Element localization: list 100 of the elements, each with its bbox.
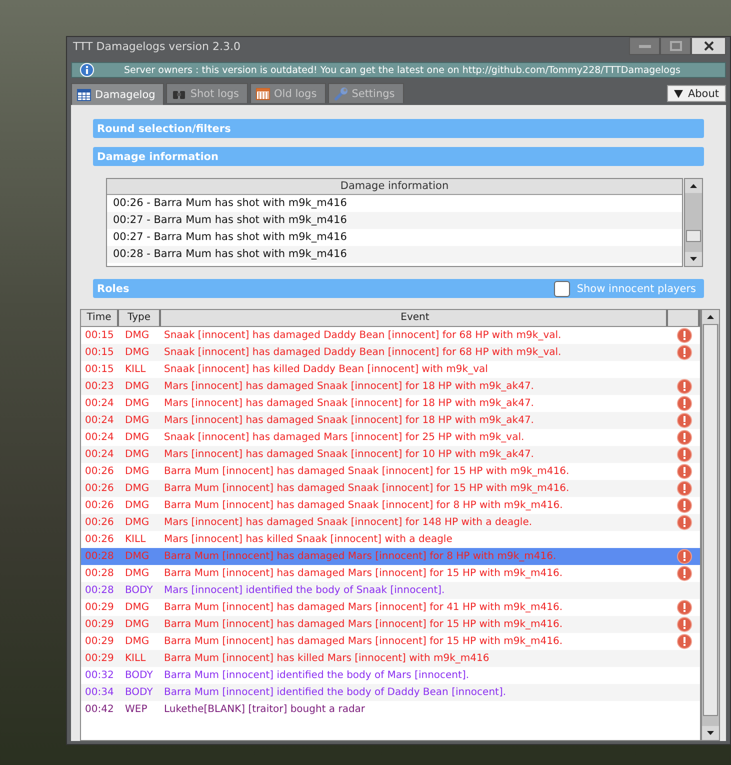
time-cell-text: 00:28 [84, 568, 115, 579]
time-cell-text: 00:24 [84, 432, 115, 443]
tab[interactable]: Shot logs [166, 83, 248, 103]
section-title[interactable]: Roles [97, 282, 130, 294]
time-cell-text: 00:42 [84, 704, 115, 715]
type-cell-text: KILL [124, 534, 147, 545]
log-row[interactable]: 00:32 BODY Barra Mum [innocent] identified the body of Mars [innocent]. [81, 667, 700, 684]
list-row[interactable]: 00:27 - Barra Mum has shot with m9k_m416 [107, 229, 682, 246]
time-cell-text: 00:29 [84, 619, 115, 630]
log-row[interactable]: 00:26 DMG Barra Mum [innocent] has damaged Snaak [innocent] for 15 HP with m9k_m416. [81, 480, 700, 497]
event-cell-text: Barra Mum [innocent] has damaged Mars [innocent] for 8 HP with m9k_m416. [163, 551, 558, 562]
type-cell-text: KILL [124, 364, 147, 375]
scrollbar[interactable] [684, 178, 703, 267]
event-cell-text: Mars [innocent] has killed Snaak [innocent] with a deagle [163, 534, 454, 545]
type-cell-text: BODY [124, 585, 154, 596]
type-cell-text: DMG [124, 398, 150, 409]
time-cell-text: 00:26 [84, 466, 115, 477]
window-title: TTT Damagelogs version 2.3.0 [72, 40, 240, 52]
type-cell-text: DMG [124, 636, 150, 647]
minimize-button[interactable] [629, 37, 660, 55]
tab[interactable]: Settings [328, 83, 404, 103]
log-row[interactable]: 00:29 KILL Barra Mum [innocent] has killed Mars [innocent] with m9k_m416 [81, 650, 700, 667]
log-row[interactable]: 00:26 DMG Mars [innocent] has damaged Snaak [innocent] for 148 HP with a deagle. [81, 514, 700, 531]
type-cell-text: DMG [124, 568, 150, 579]
checkbox[interactable] [554, 280, 570, 296]
maximize-icon [670, 41, 682, 51]
tab[interactable]: Old logs [250, 83, 326, 103]
log-row[interactable]: 00:23 DMG Mars [innocent] has damaged Snaak [innocent] for 18 HP with m9k_ak47. [81, 378, 700, 395]
time-cell-text: 00:28 [84, 551, 115, 562]
event-cell-text: Snaak [innocent] has damaged Daddy Bean [innocent] for 68 HP with m9k_val. [163, 330, 562, 341]
log-row[interactable]: 00:28 BODY Mars [innocent] identified the body of Snaak [innocent]. [81, 582, 700, 599]
type-cell-text: DMG [124, 432, 150, 443]
column-header[interactable]: Event [161, 310, 668, 326]
time-cell-text: 00:24 [84, 415, 115, 426]
event-cell-text: Mars [innocent] has damaged Snaak [innocent] for 10 HP with m9k_ak47. [163, 449, 535, 460]
column-header[interactable]: Time [81, 310, 119, 326]
event-cell-text: Barra Mum [innocent] has damaged Snaak [innocent] for 15 HP with m9k_m416. [163, 483, 570, 494]
event-cell-text: Barra Mum [innocent] identified the body of Mars [innocent]. [163, 670, 470, 681]
event-cell-text: Mars [innocent] has damaged Snaak [innocent] for 148 HP with a deagle. [163, 517, 534, 528]
type-cell-text: DMG [124, 602, 150, 613]
time-cell-text: 00:29 [84, 653, 115, 664]
event-cell-text: Barra Mum [innocent] has killed Mars [innocent] with m9k_m416 [163, 653, 490, 664]
type-cell-text: DMG [124, 500, 150, 511]
close-icon [704, 41, 714, 51]
event-cell-text: Barra Mum [innocent] has damaged Mars [innocent] for 15 HP with m9k_m416. [163, 568, 564, 579]
type-cell-text: WEP [124, 704, 148, 715]
column-header[interactable]: Type [119, 310, 161, 326]
type-cell-text: DMG [124, 466, 150, 477]
type-cell-text: DMG [124, 381, 150, 392]
event-cell-text: Snaak [innocent] has damaged Daddy Bean [innocent] for 68 HP with m9k_val. [163, 347, 562, 358]
event-cell-text: Barra Mum [innocent] identified the body of Daddy Bean [innocent]. [163, 687, 508, 698]
event-cell-text: Barra Mum [innocent] has damaged Snaak [innocent] for 15 HP with m9k_m416. [163, 466, 570, 477]
time-cell-text: 00:15 [84, 330, 115, 341]
time-cell-text: 00:24 [84, 449, 115, 460]
info-icon [80, 63, 94, 77]
log-row[interactable]: 00:26 DMG Barra Mum [innocent] has damaged Snaak [innocent] for 8 HP with m9k_m416. [81, 497, 700, 514]
list-row[interactable]: 00:28 - Barra Mum has shot with m9k_m416 [107, 246, 682, 263]
log-row[interactable]: 00:24 DMG Mars [innocent] has damaged Snaak [innocent] for 18 HP with m9k_ak47. [81, 412, 700, 429]
time-cell-text: 00:24 [84, 398, 115, 409]
tab[interactable]: Damagelog [71, 83, 164, 105]
checkbox-label: Show innocent players [576, 282, 696, 294]
log-row[interactable]: 00:34 BODY Barra Mum [innocent] identified the body of Daddy Bean [innocent]. [81, 684, 700, 701]
scroll-thumb[interactable] [703, 324, 718, 716]
time-cell-text: 00:26 [84, 500, 115, 511]
log-row[interactable]: 00:26 KILL Mars [innocent] has killed Snaak [innocent] with a deagle [81, 531, 700, 548]
time-cell-text: 00:15 [84, 364, 115, 375]
type-cell-text: DMG [124, 483, 150, 494]
close-button[interactable] [691, 37, 726, 55]
time-cell-text: 00:34 [84, 687, 115, 698]
event-cell-text: Mars [innocent] identified the body of Snaak [innocent]. [163, 585, 446, 596]
time-cell-text: 00:26 [84, 534, 115, 545]
log-row[interactable]: 00:42 WEP Lukethe[BLANK] [traitor] bought a radar [81, 701, 700, 718]
log-row[interactable]: 00:29 DMG Barra Mum [innocent] has damaged Mars [innocent] for 41 HP with m9k_m416. [81, 599, 700, 616]
minimize-icon [638, 44, 650, 48]
event-cell-text: Snaak [innocent] has killed Daddy Bean [innocent] with m9k_val [163, 364, 489, 375]
about-button[interactable]: About [666, 85, 726, 102]
event-cell-text: Lukethe[BLANK] [traitor] bought a radar [163, 704, 366, 715]
section-header[interactable]: Damage information [93, 147, 704, 166]
column-header[interactable]: Damage information [107, 179, 682, 195]
log-row[interactable]: 00:15 DMG Snaak [innocent] has damaged Daddy Bean [innocent] for 68 HP with m9k_val. [81, 344, 700, 361]
log-row[interactable]: 00:28 DMG Barra Mum [innocent] has damaged Mars [innocent] for 15 HP with m9k_m416. [81, 565, 700, 582]
list-row[interactable]: 00:27 - Barra Mum has shot with m9k_m416 [107, 212, 682, 229]
log-row[interactable]: 00:15 KILL Snaak [innocent] has killed Daddy Bean [innocent] with m9k_val [81, 361, 700, 378]
log-row[interactable]: 00:24 DMG Snaak [innocent] has damaged Mars [innocent] for 25 HP with m9k_val. [81, 429, 700, 446]
log-row[interactable]: 00:15 DMG Snaak [innocent] has damaged Daddy Bean [innocent] for 68 HP with m9k_val. [81, 327, 700, 344]
event-cell-text: Barra Mum [innocent] has damaged Mars [innocent] for 15 HP with m9k_m416. [163, 636, 564, 647]
log-row[interactable]: 00:29 DMG Barra Mum [innocent] has damaged Mars [innocent] for 15 HP with m9k_m416. [81, 616, 700, 633]
section-header[interactable]: Round selection/filters [93, 119, 704, 138]
table-icon [77, 88, 91, 100]
type-cell-text: KILL [124, 653, 147, 664]
list-row[interactable]: 00:26 - Barra Mum has shot with m9k_m416 [107, 195, 682, 212]
log-row[interactable]: 00:24 DMG Mars [innocent] has damaged Snaak [innocent] for 18 HP with m9k_ak47. [81, 395, 700, 412]
type-cell-text: DMG [124, 551, 150, 562]
event-cell-text: Barra Mum [innocent] has damaged Mars [innocent] for 41 HP with m9k_m416. [163, 602, 564, 613]
log-row[interactable]: 00:29 DMG Barra Mum [innocent] has damaged Mars [innocent] for 15 HP with m9k_m416. [81, 633, 700, 650]
scroll-thumb[interactable] [686, 230, 701, 242]
log-row[interactable]: 00:26 DMG Barra Mum [innocent] has damaged Snaak [innocent] for 15 HP with m9k_m416. [81, 463, 700, 480]
scrollbar[interactable] [701, 309, 720, 741]
notice-text: Server owners : this version is outdated! You can get the latest one on http://github.com/Tommy228/TTTDamagelogs [124, 64, 680, 76]
log-row[interactable]: 00:24 DMG Mars [innocent] has damaged Snaak [innocent] for 10 HP with m9k_ak47. [81, 446, 700, 463]
